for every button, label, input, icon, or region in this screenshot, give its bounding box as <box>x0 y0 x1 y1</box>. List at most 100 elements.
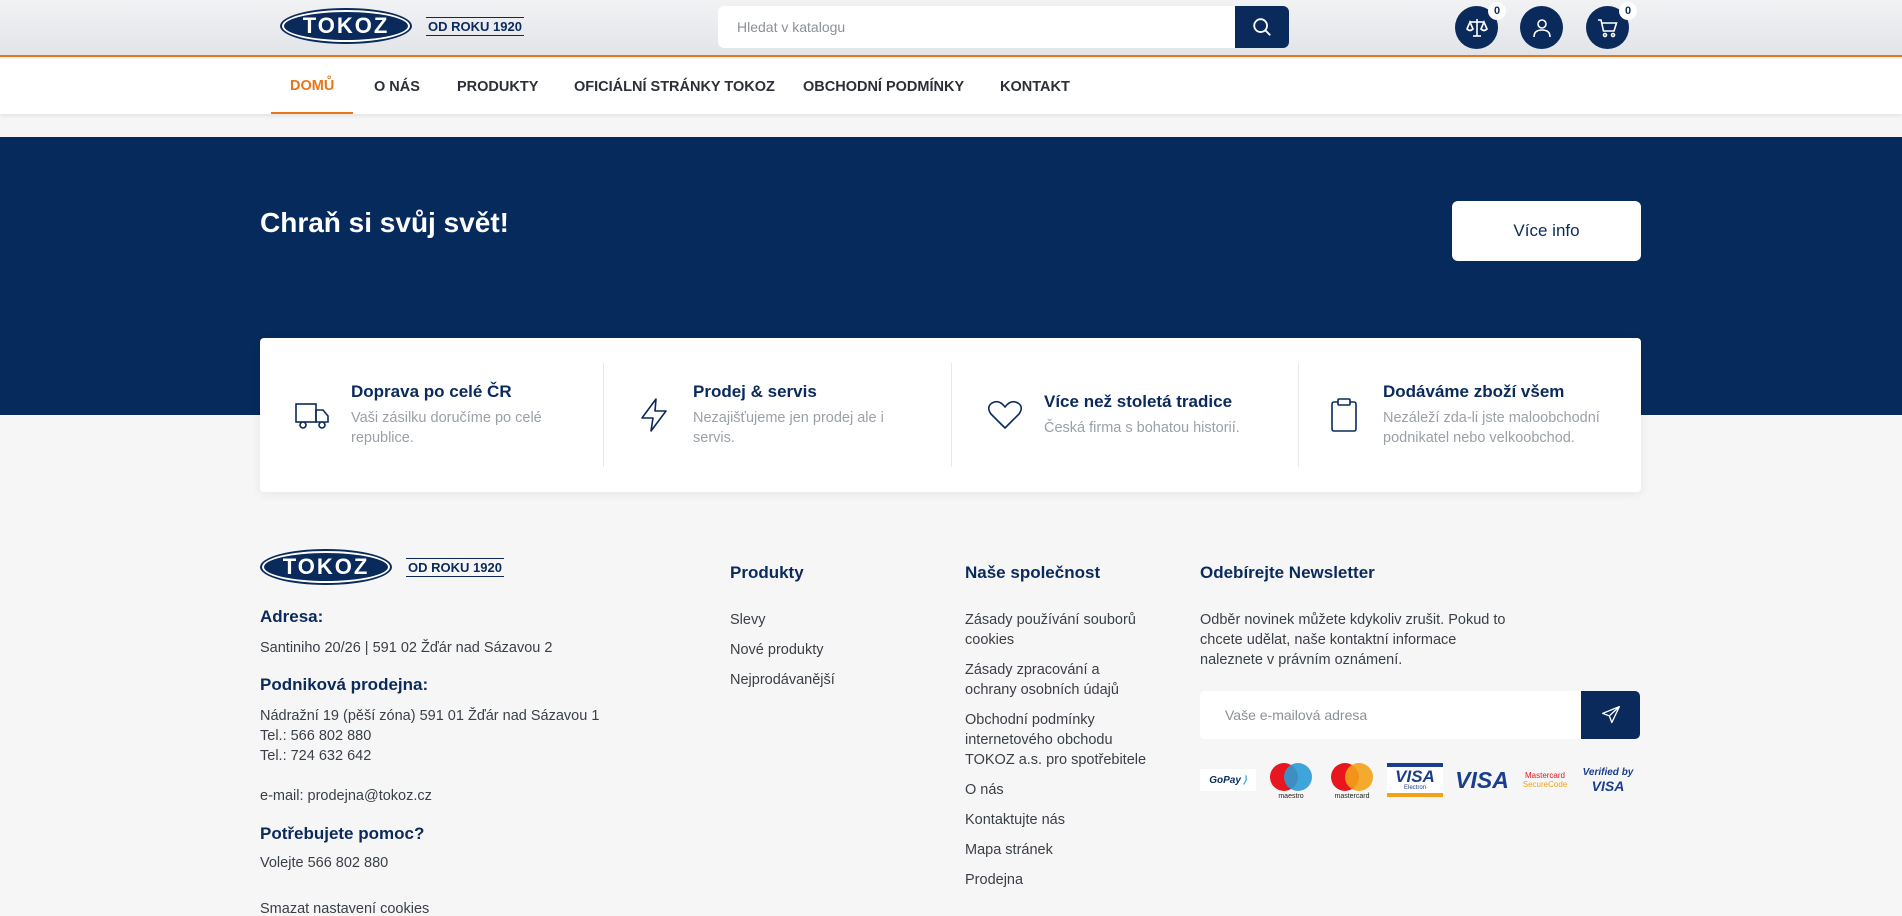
link-line: TOKOZ a.s. pro spotřebitele <box>965 752 1147 768</box>
link-line: internetového obchodu <box>965 732 1113 748</box>
feature-desc: servis. <box>693 430 735 446</box>
newsletter-text-3: naleznete v právním oznámení. <box>1200 652 1403 668</box>
feature-title: Více než stoletá tradice <box>1044 392 1233 411</box>
visa-text: VISA <box>1455 766 1509 793</box>
help-text: Volejte 566 802 880 <box>260 855 389 871</box>
newsletter-form <box>1200 691 1640 739</box>
nav-terms[interactable]: OBCHODNÍ PODMÍNKY <box>803 59 964 114</box>
nav-about[interactable]: O NÁS <box>374 59 420 114</box>
divider <box>1298 363 1299 467</box>
products-links: Slevy Nové produkty Nejprodávanější <box>730 610 835 690</box>
payment-logos: GoPay ⟩ maestro mastercard VISA Electron … <box>1200 760 1647 800</box>
store-tel-2[interactable]: Tel.: 724 632 642 <box>260 746 371 766</box>
feature-desc: Nezajišťujeme jen prodej ale i <box>693 410 884 426</box>
newsletter-text-2: chcete udělat, naše kontaktní informace <box>1200 632 1457 648</box>
search-bar <box>718 6 1289 48</box>
store-title: Podniková prodejna: <box>260 675 429 694</box>
help-title: Potřebujete pomoc? <box>260 824 425 843</box>
newsletter-submit-button[interactable] <box>1581 691 1640 739</box>
lightning-icon <box>634 395 674 435</box>
nav-home[interactable]: DOMŮ <box>271 59 354 114</box>
store-email[interactable]: e-mail: prodejna@tokoz.cz <box>260 786 432 806</box>
main-nav: DOMŮ O NÁS PRODUKTY OFICIÁLNÍ STRÁNKY TO… <box>0 59 1902 114</box>
newsletter-email-input[interactable] <box>1200 691 1581 739</box>
logo-text: TOKOZ <box>282 554 370 579</box>
feature-tradition-text: Více než stoletá tradice Česká firma s b… <box>1044 392 1240 438</box>
feature-desc: republice. <box>351 430 414 446</box>
products-col-title: Produkty <box>730 563 804 582</box>
nav-products[interactable]: PRODUKTY <box>457 59 538 114</box>
company-links: Zásady používání souborů cookies Zásady … <box>965 610 1146 890</box>
visa-electron-logo: VISA Electron <box>1387 763 1443 797</box>
divider <box>951 363 952 467</box>
compare-count-badge: 0 <box>1488 2 1506 20</box>
link-contact[interactable]: Kontaktujte nás <box>965 810 1146 830</box>
feature-desc: Nezáleží zda-li jste maloobchodní <box>1383 410 1600 426</box>
user-icon <box>1532 18 1551 37</box>
feature-service-text: Prodej & servis Nezajišťujeme jen prodej… <box>693 382 884 448</box>
feature-title: Dodáváme zboží všem <box>1383 382 1565 401</box>
mastercard-logo: mastercard <box>1326 760 1378 800</box>
gopay-text: GoPay <box>1209 774 1241 786</box>
visa-text: VISA <box>1395 767 1435 786</box>
feature-title: Prodej & servis <box>693 382 817 401</box>
delete-cookies-link[interactable]: Smazat nastavení cookies <box>260 899 429 916</box>
store-tel-1[interactable]: Tel.: 566 802 880 <box>260 726 371 746</box>
feature-everyone: Dodáváme zboží všem Nezáleží zda-li jste… <box>1324 363 1634 467</box>
link-line: ochrany osobních údajů <box>965 682 1119 698</box>
link-store[interactable]: Prodejna <box>965 870 1146 890</box>
compare-button[interactable]: 0 <box>1455 2 1506 49</box>
verified-visa-text: VISA <box>1591 778 1625 794</box>
link-about[interactable]: O nás <box>965 780 1146 800</box>
link-line: Zásady používání souborů <box>965 612 1136 628</box>
mastercard-securecode-logo: Mastercard SecureCode <box>1521 763 1569 797</box>
cart-button[interactable]: 0 <box>1586 2 1637 49</box>
header-logo[interactable]: TOKOZ OD ROKU 1920 <box>280 8 524 44</box>
feature-everyone-text: Dodáváme zboží všem Nezáleží zda-li jste… <box>1383 382 1600 448</box>
feature-desc: podnikatel nebo velkoobchod. <box>1383 430 1575 446</box>
clipboard-icon <box>1324 395 1364 435</box>
truck-icon <box>292 395 332 435</box>
link-cookies-policy[interactable]: Zásady používání souborů cookies <box>965 610 1146 650</box>
scales-icon <box>1465 18 1488 37</box>
logo-oval: TOKOZ <box>260 549 392 585</box>
securecode-text: SecureCode <box>1522 780 1568 789</box>
send-icon <box>1601 706 1620 724</box>
link-sitemap[interactable]: Mapa stránek <box>965 840 1146 860</box>
gopay-logo: GoPay ⟩ <box>1200 769 1256 791</box>
link-sale[interactable]: Slevy <box>730 610 835 630</box>
visa-logo: VISA <box>1452 763 1512 797</box>
logo-oval: TOKOZ <box>280 8 412 44</box>
link-privacy-policy[interactable]: Zásady zpracování a ochrany osobních úda… <box>965 660 1146 700</box>
link-terms[interactable]: Obchodní podmínky internetového obchodu … <box>965 710 1146 770</box>
search-input[interactable] <box>718 6 1235 48</box>
mastercard-text: mastercard <box>1334 792 1370 800</box>
top-header: TOKOZ OD ROKU 1920 0 0 <box>0 0 1902 57</box>
link-line: Zásady zpracování a <box>965 662 1100 678</box>
search-icon <box>1253 18 1271 36</box>
link-new-products[interactable]: Nové produkty <box>730 640 835 660</box>
feature-tradition: Více než stoletá tradice Česká firma s b… <box>985 363 1305 467</box>
nav-contact[interactable]: KONTAKT <box>1000 59 1070 114</box>
heart-icon <box>985 395 1025 435</box>
footer-logo[interactable]: TOKOZ OD ROKU 1920 <box>260 549 504 585</box>
features-panel: Doprava po celé ČR Vaši zásilku doručíme… <box>260 338 1641 492</box>
newsletter-title: Odebírejte Newsletter <box>1200 563 1375 582</box>
feature-service: Prodej & servis Nezajišťujeme jen prodej… <box>634 363 934 467</box>
search-button[interactable] <box>1235 6 1289 48</box>
account-button[interactable] <box>1520 6 1563 49</box>
maestro-text: maestro <box>1278 792 1304 800</box>
mc-secure-text: Mastercard <box>1524 771 1565 780</box>
verified-by-visa-logo: Verified by VISA <box>1578 763 1638 797</box>
divider <box>603 363 604 467</box>
cart-icon <box>1597 18 1618 37</box>
feature-title: Doprava po celé ČR <box>351 382 512 401</box>
link-line: cookies <box>965 632 1015 648</box>
logo-text: TOKOZ <box>302 13 390 38</box>
cart-count-badge: 0 <box>1619 2 1637 20</box>
more-info-button[interactable]: Více info <box>1452 201 1641 261</box>
link-bestsellers[interactable]: Nejprodávanější <box>730 670 835 690</box>
store-address: Nádražní 19 (pěší zóna) 591 01 Žďár nad … <box>260 708 600 724</box>
logo-since: OD ROKU 1920 <box>426 16 524 36</box>
nav-official-site[interactable]: OFICIÁLNÍ STRÁNKY TOKOZ <box>574 59 775 114</box>
